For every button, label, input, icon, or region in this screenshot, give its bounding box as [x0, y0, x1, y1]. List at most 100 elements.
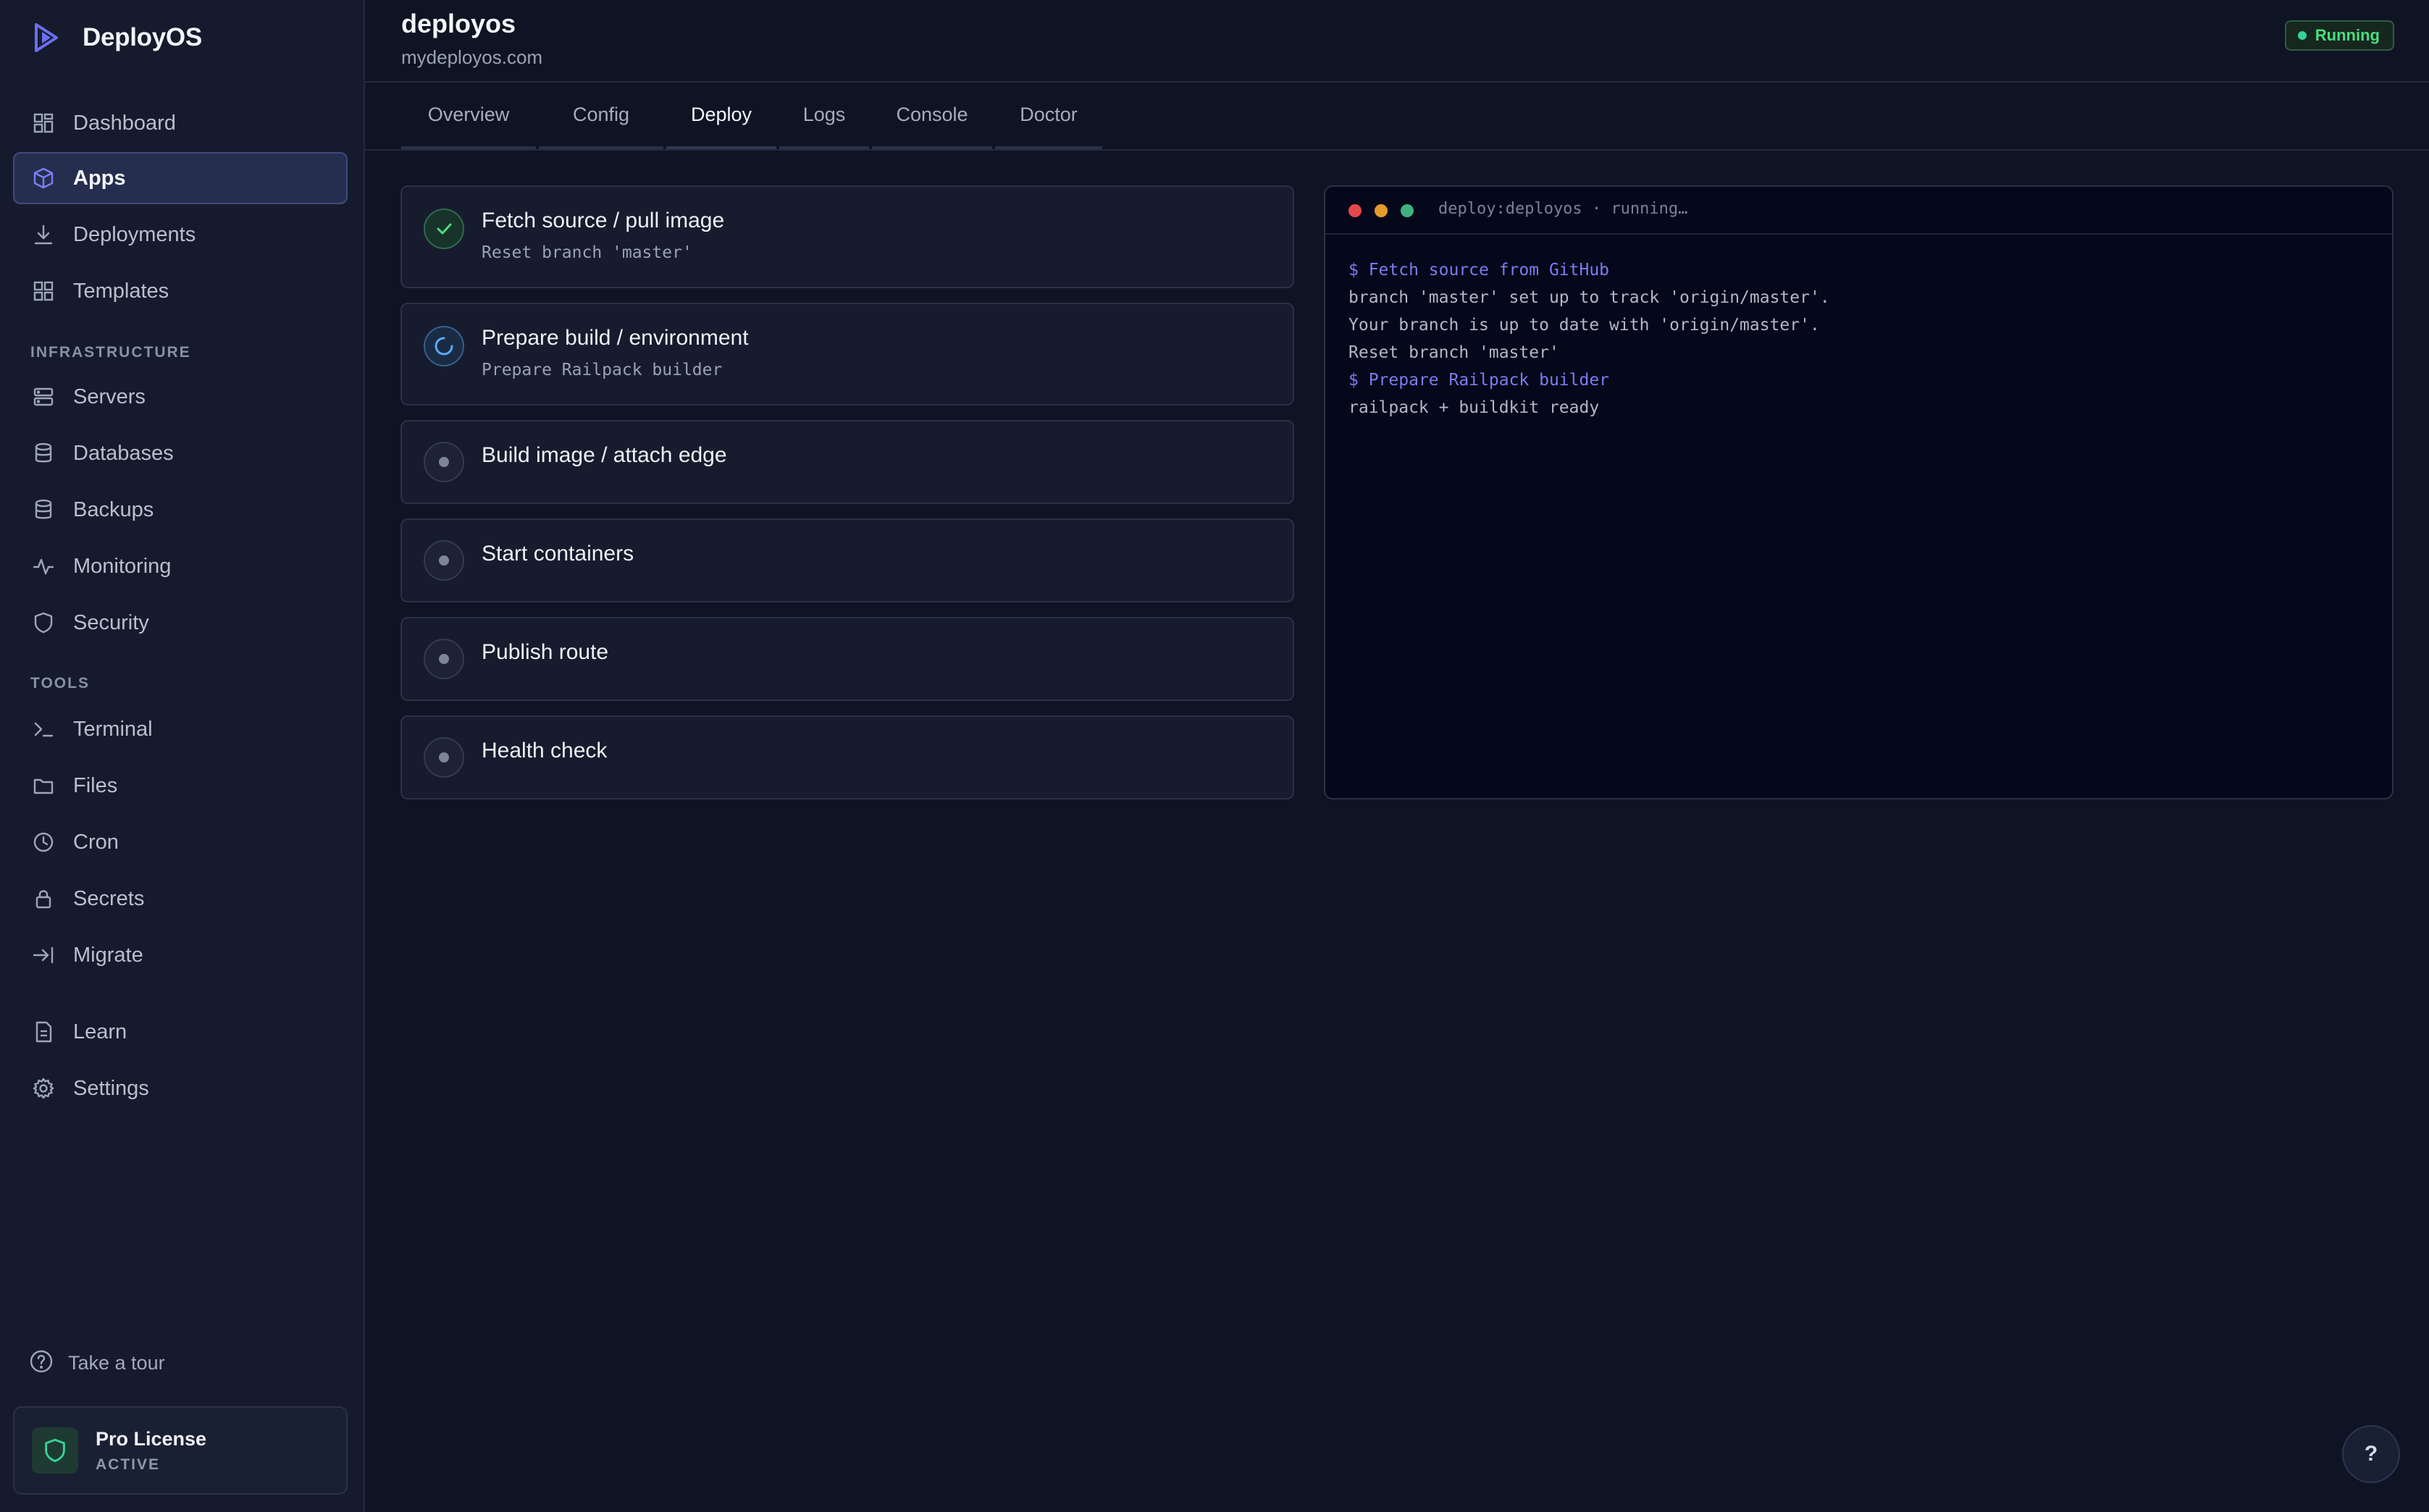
sidebar-item-label: Learn [73, 1020, 127, 1043]
license-badge [32, 1427, 78, 1474]
page-title: deployos [401, 9, 516, 38]
terminal-icon [30, 716, 56, 742]
sidebar-item-settings[interactable]: Settings [13, 1062, 348, 1114]
deploy-step-start-containers: Start containers [400, 518, 1294, 602]
status-badge: Running [2284, 20, 2394, 51]
license-card[interactable]: Pro License ACTIVE [13, 1406, 348, 1495]
terminal-output: $ Fetch source from GitHub branch 'maste… [1325, 235, 2392, 421]
sidebar-item-label: Templates [73, 279, 169, 303]
tab-logs[interactable]: Logs [779, 83, 869, 149]
step-status-pending [424, 737, 464, 778]
deploy-step-publish-route: Publish route [400, 617, 1294, 701]
pending-dot-icon [439, 555, 449, 566]
status-text: Running [2315, 26, 2380, 44]
sidebar-item-servers[interactable]: Servers [13, 371, 348, 423]
sidebar-item-label: Migrate [73, 943, 143, 967]
tab-deploy[interactable]: Deploy [666, 83, 776, 149]
tab-bar: Overview Config Deploy Logs Console Doct… [365, 83, 2429, 151]
sidebar: DeployOS Dashboard Apps Deployments Temp… [0, 0, 365, 1512]
window-maximize-dot [1401, 204, 1414, 217]
terminal-line: $ Fetch source from GitHub [1348, 261, 1610, 280]
terminal-line: $ Prepare Railpack builder [1348, 371, 1610, 390]
deploy-step-fetch-source: Fetch source / pull image Reset branch '… [400, 185, 1294, 288]
step-subtitle: Prepare Railpack builder [482, 361, 723, 379]
sidebar-item-migrate[interactable]: Migrate [13, 929, 348, 981]
activity-icon [30, 553, 56, 579]
step-status-pending [424, 442, 464, 482]
sidebar-item-apps[interactable]: Apps [13, 152, 348, 204]
step-title: Build image / attach edge [482, 443, 727, 467]
tab-config[interactable]: Config [539, 83, 663, 149]
app-header: deployos mydeployos.com Running [365, 0, 2429, 83]
brand-name: DeployOS [83, 23, 202, 51]
step-status-pending [424, 639, 464, 679]
step-title: Fetch source / pull image [482, 209, 725, 232]
pending-dot-icon [439, 457, 449, 467]
deploy-step-prepare-build: Prepare build / environment Prepare Rail… [400, 303, 1294, 406]
brand[interactable]: DeployOS [29, 17, 202, 58]
sidebar-item-templates[interactable]: Templates [13, 265, 348, 317]
dashboard-icon [30, 110, 56, 136]
status-dot [2297, 31, 2307, 40]
step-status-done [424, 209, 464, 249]
sidebar-item-deployments[interactable]: Deployments [13, 209, 348, 261]
check-icon [437, 223, 452, 235]
sidebar-item-label: Databases [73, 441, 174, 465]
sidebar-item-dashboard[interactable]: Dashboard [13, 97, 348, 149]
tab-doctor[interactable]: Doctor [995, 83, 1102, 149]
gear-icon [30, 1075, 56, 1101]
sidebar-item-label: Files [73, 773, 118, 797]
sidebar-item-files[interactable]: Files [13, 760, 348, 812]
sidebar-item-label: Settings [73, 1076, 149, 1100]
sidebar-item-security[interactable]: Security [13, 597, 348, 649]
clock-icon [30, 829, 56, 855]
sidebar-item-monitoring[interactable]: Monitoring [13, 540, 348, 592]
sidebar-item-label: Security [73, 610, 149, 634]
lock-icon [30, 886, 56, 912]
app-domain[interactable]: mydeployos.com [401, 46, 542, 69]
section-label-tools: TOOLS [30, 675, 90, 692]
cube-icon [30, 165, 56, 191]
step-title: Health check [482, 739, 608, 763]
deploy-log-terminal[interactable]: deploy:deployos · running… $ Fetch sourc… [1324, 185, 2394, 799]
grid-icon [30, 278, 56, 304]
step-subtitle: Reset branch 'master' [482, 243, 692, 262]
sidebar-item-label: Servers [73, 385, 146, 408]
step-status-running [424, 326, 464, 366]
terminal-line: branch 'master' set up to track 'origin/… [1348, 288, 1830, 307]
spinner-icon [435, 337, 453, 356]
sidebar-item-terminal[interactable]: Terminal [13, 703, 348, 755]
terminal-title: deploy:deployos · running… [1438, 200, 1688, 218]
section-label-infrastructure: INFRASTRUCTURE [30, 344, 191, 361]
sidebar-item-cron[interactable]: Cron [13, 816, 348, 868]
server-icon [30, 384, 56, 410]
pending-dot-icon [439, 654, 449, 664]
sidebar-item-label: Deployments [73, 222, 196, 246]
terminal-line: Reset branch 'master' [1348, 343, 1559, 362]
terminal-titlebar: deploy:deployos · running… [1325, 187, 2392, 235]
license-title: Pro License [96, 1427, 207, 1450]
sidebar-item-backups[interactable]: Backups [13, 484, 348, 536]
take-a-tour-label: Take a tour [68, 1351, 165, 1374]
sidebar-item-secrets[interactable]: Secrets [13, 873, 348, 925]
database-icon [30, 440, 56, 466]
take-a-tour-link[interactable]: Take a tour [29, 1348, 165, 1377]
arrow-right-to-line-icon [30, 942, 56, 968]
step-title: Prepare build / environment [482, 326, 749, 350]
sidebar-item-databases[interactable]: Databases [13, 427, 348, 479]
sidebar-item-learn[interactable]: Learn [13, 1006, 348, 1058]
sidebar-item-label: Terminal [73, 717, 153, 741]
window-close-dot [1348, 204, 1362, 217]
step-title: Start containers [482, 542, 634, 566]
sidebar-item-label: Apps [73, 166, 126, 190]
document-icon [30, 1019, 56, 1045]
sidebar-item-label: Backups [73, 497, 154, 521]
download-icon [30, 222, 56, 248]
tab-overview[interactable]: Overview [401, 83, 536, 149]
help-button[interactable]: ? [2342, 1425, 2400, 1483]
deployos-logo-icon [35, 23, 58, 52]
terminal-line: Your branch is up to date with 'origin/m… [1348, 316, 1820, 335]
shield-icon [30, 610, 56, 636]
tab-console[interactable]: Console [872, 83, 992, 149]
shield-icon [45, 1438, 65, 1463]
